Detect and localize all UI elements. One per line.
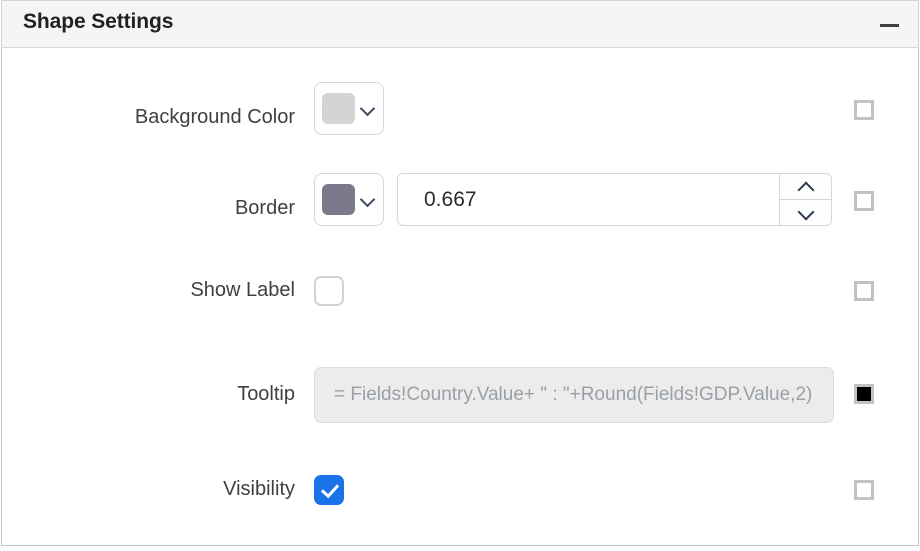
border-color-swatch [322, 184, 355, 215]
chevron-down-icon [360, 101, 376, 117]
row-label-background-color: Background Color [134, 106, 295, 128]
background-color-expression-checkbox[interactable] [854, 100, 874, 120]
background-color-swatch [322, 93, 355, 124]
shape-settings-panel: Shape Settings Background Color Border 0… [0, 0, 920, 551]
minus-glyph [879, 23, 899, 27]
stepper-increment-button[interactable] [780, 174, 831, 199]
border-color-picker[interactable] [314, 173, 384, 226]
stepper-decrement-button[interactable] [780, 199, 831, 225]
page-title: Shape Settings [23, 10, 174, 33]
row-label-visibility: Visibility [223, 478, 295, 500]
border-expression-checkbox[interactable] [854, 191, 874, 211]
minus-icon[interactable] [874, 11, 904, 39]
border-width-input[interactable]: 0.667 [398, 174, 779, 225]
row-label-tooltip: Tooltip [237, 383, 295, 405]
row-label-border: Border [234, 197, 295, 219]
row-label-show-label: Show Label [190, 279, 295, 301]
border-width-stepper [779, 174, 831, 225]
tooltip-expression-field[interactable]: = Fields!Country.Value+ " : "+Round(Fiel… [314, 367, 834, 423]
show-label-expression-checkbox[interactable] [854, 281, 874, 301]
show-label-checkbox[interactable] [314, 276, 344, 306]
panel-header: Shape Settings [1, 0, 919, 48]
background-color-picker[interactable] [314, 82, 384, 135]
chevron-down-icon [799, 206, 812, 219]
chevron-down-icon [360, 192, 376, 208]
visibility-expression-checkbox[interactable] [854, 480, 874, 500]
panel-body [1, 0, 919, 546]
tooltip-expression-checkbox[interactable] [854, 384, 874, 404]
chevron-up-icon [799, 180, 812, 193]
visibility-checkbox[interactable] [314, 475, 344, 505]
tooltip-expression-text: = Fields!Country.Value+ " : "+Round(Fiel… [334, 384, 813, 405]
border-width-field[interactable]: 0.667 [397, 173, 832, 226]
